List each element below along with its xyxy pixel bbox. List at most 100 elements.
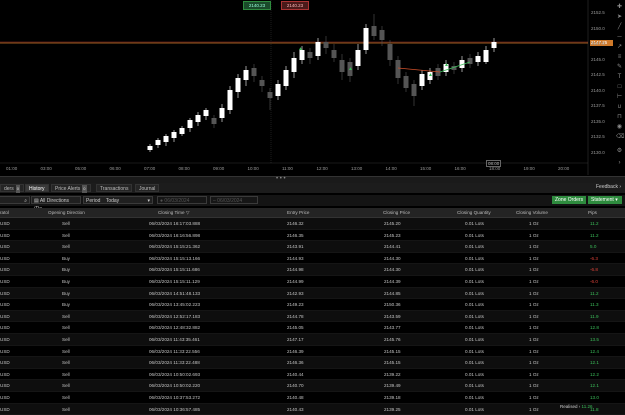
price-axis-label: 2142.5 (591, 72, 605, 77)
table-row[interactable]: USDSell06/03/2024 12:52:17.1832144.78214… (0, 311, 625, 323)
tab-journal[interactable]: Journal (135, 184, 159, 192)
column-header[interactable]: ratol (0, 210, 9, 215)
closing-price-cell: 2145.20 (384, 221, 401, 226)
period-select[interactable]: Period Today▾ (83, 196, 153, 204)
sell-badge[interactable]: 2140.23 (281, 1, 309, 10)
candle-body (268, 92, 273, 98)
text-icon[interactable]: T (616, 74, 623, 81)
line-icon[interactable]: ╱ (616, 24, 623, 31)
table-row[interactable]: USDSell06/03/2024 11:33:22.4882146.36214… (0, 357, 625, 369)
candle-body (284, 70, 289, 86)
ruler-icon[interactable]: ⊢ (616, 94, 623, 101)
table-row[interactable]: USDSell06/03/2024 11:43:35.4612147.17214… (0, 334, 625, 346)
column-header[interactable]: Entry Price (287, 210, 309, 215)
magnet-icon[interactable]: ∪ (616, 104, 623, 111)
zone-orders-button[interactable]: Zone Orders (552, 196, 586, 204)
closing-time-cell: 06/03/2024 11:43:35.461 (149, 337, 200, 342)
price-axis-label: 2145.0 (591, 57, 605, 62)
feedback-button[interactable]: Feedback › (596, 184, 621, 190)
buy-badge[interactable]: 2140.23 (243, 1, 271, 10)
candlestick-chart[interactable]: ▲▲▲▲ (0, 0, 625, 175)
symbol-cell: USD (0, 383, 10, 388)
tab-history[interactable]: History (25, 184, 49, 192)
trash-icon[interactable]: ⌫ (616, 134, 623, 141)
table-row[interactable]: USDBuy06/03/2024 15:15:11.1292144.992144… (0, 276, 625, 288)
pips-cell: 11.9 (590, 314, 599, 319)
closing-quantity-cell: 0.01 Lots (465, 383, 484, 388)
date-from-field[interactable]: ● 06/03/2024 (157, 196, 207, 204)
entry-price-cell: 2147.17 (287, 337, 304, 342)
entry-price-cell: 2144.93 (287, 256, 304, 261)
candle-body (196, 115, 201, 122)
trend-icon[interactable]: ↗ (616, 44, 623, 51)
closing-time-cell: 06/03/2024 10:50:02.693 (149, 372, 200, 377)
entry-price-cell: 2149.23 (287, 302, 304, 307)
table-row[interactable]: USDSell06/03/2024 16:16:56.8982146.35214… (0, 230, 625, 242)
table-row[interactable]: USDSell06/03/2024 10:37:53.2722140.48213… (0, 392, 625, 404)
symbol-cell: USD (0, 291, 10, 296)
price-chart[interactable]: ▲▲▲▲ 2140.23 2140.23 2147.25 2152.52150.… (0, 0, 625, 175)
table-row[interactable]: USDBuy06/03/2024 13:45:02.2232149.232150… (0, 299, 625, 311)
search-box[interactable]: ⌕ (0, 196, 30, 204)
candle-body (420, 74, 425, 86)
direction-cell: Sell (62, 325, 70, 330)
pointer-icon[interactable]: ➤ (616, 14, 623, 21)
closing-price-cell: 2139.49 (384, 383, 401, 388)
date-to-field[interactable]: – 06/03/2024 (210, 196, 258, 204)
horizontal-line-icon[interactable]: ─ (616, 34, 623, 41)
table-row[interactable]: USDSell06/03/2024 12:48:32.8822145.05214… (0, 322, 625, 334)
crosshair-icon[interactable]: ✚ (616, 4, 623, 11)
table-row[interactable]: USDSell06/03/2024 16:17:03.8882146.32214… (0, 218, 625, 230)
pips-cell: 11.2 (590, 291, 599, 296)
table-row[interactable]: USDSell06/03/2024 11:33:22.5562146.39214… (0, 346, 625, 358)
direction-cell: Sell (62, 407, 70, 412)
table-row[interactable]: USDSell06/03/2024 10:50:02.6932140.44213… (0, 369, 625, 381)
candle-body (236, 78, 241, 92)
tab-orders[interactable]: ders0 (0, 184, 24, 192)
closing-time-cell: 06/03/2024 12:48:32.882 (149, 325, 200, 330)
statement-button[interactable]: Statement ▾ (588, 196, 622, 204)
pencil-icon[interactable]: ✎ (616, 64, 623, 71)
column-header[interactable]: Closing Time (158, 210, 185, 215)
table-row[interactable]: USDSell06/03/2024 10:50:02.2202140.70213… (0, 380, 625, 392)
column-header[interactable]: Closing Volume (516, 210, 548, 215)
entry-price-cell: 2140.44 (287, 372, 304, 377)
direction-select[interactable]: ▤ All Directions (De... (31, 196, 81, 204)
eye-icon[interactable]: ◉ (616, 124, 623, 131)
table-row[interactable]: USDSell06/03/2024 10:36:57.4852140.43213… (0, 404, 625, 415)
direction-cell: Sell (62, 395, 70, 400)
tab-price-alerts[interactable]: Price Alerts0 (51, 184, 91, 192)
tab-transactions[interactable]: Transactions (96, 184, 132, 192)
table-row[interactable]: USDSell06/03/2024 15:15:21.3622143.91214… (0, 241, 625, 253)
closing-quantity-cell: 0.01 Lots (465, 233, 484, 238)
candle-body (260, 80, 265, 86)
direction-cell: Buy (62, 256, 70, 261)
table-row[interactable]: USDBuy06/03/2024 15:15:11.6862144.982144… (0, 264, 625, 276)
table-row[interactable]: USDBuy06/03/2024 14:51:48.1332142.932144… (0, 288, 625, 300)
closing-volume-cell: 1 Oz (529, 279, 539, 284)
shape-icon[interactable]: □ (616, 84, 623, 91)
lock-icon[interactable]: ⊓ (616, 114, 623, 121)
table-row[interactable]: USDBuy06/03/2024 15:15:13.1662144.932144… (0, 253, 625, 265)
column-header[interactable]: Opening Direction (48, 210, 85, 215)
settings-icon[interactable]: ⚙ (616, 148, 623, 155)
pips-cell: 13.5 (590, 337, 599, 342)
column-header[interactable]: Closing Price (383, 210, 410, 215)
chevron-right-icon: › (619, 184, 621, 190)
price-axis-label: 2152.5 (591, 10, 605, 15)
column-header[interactable]: Pips (588, 210, 597, 215)
candle-body (356, 50, 361, 66)
drag-handle-icon[interactable]: • • • (276, 177, 286, 182)
closing-price-cell: 2145.76 (384, 337, 401, 342)
entry-price-cell: 2140.48 (287, 395, 304, 400)
chevron-down-icon: ▾ (615, 197, 618, 203)
candle-body (468, 58, 473, 64)
candle-body (292, 58, 297, 72)
column-header[interactable]: Closing Quantity (457, 210, 491, 215)
candle-body (412, 84, 417, 96)
sort-icon[interactable]: ▽ (186, 210, 190, 216)
closing-quantity-cell: 0.01 Lots (465, 267, 484, 272)
chevron-right-icon[interactable]: › (616, 160, 623, 167)
fibonacci-icon[interactable]: ≡ (616, 54, 623, 61)
pips-cell: 13.0 (590, 395, 599, 400)
